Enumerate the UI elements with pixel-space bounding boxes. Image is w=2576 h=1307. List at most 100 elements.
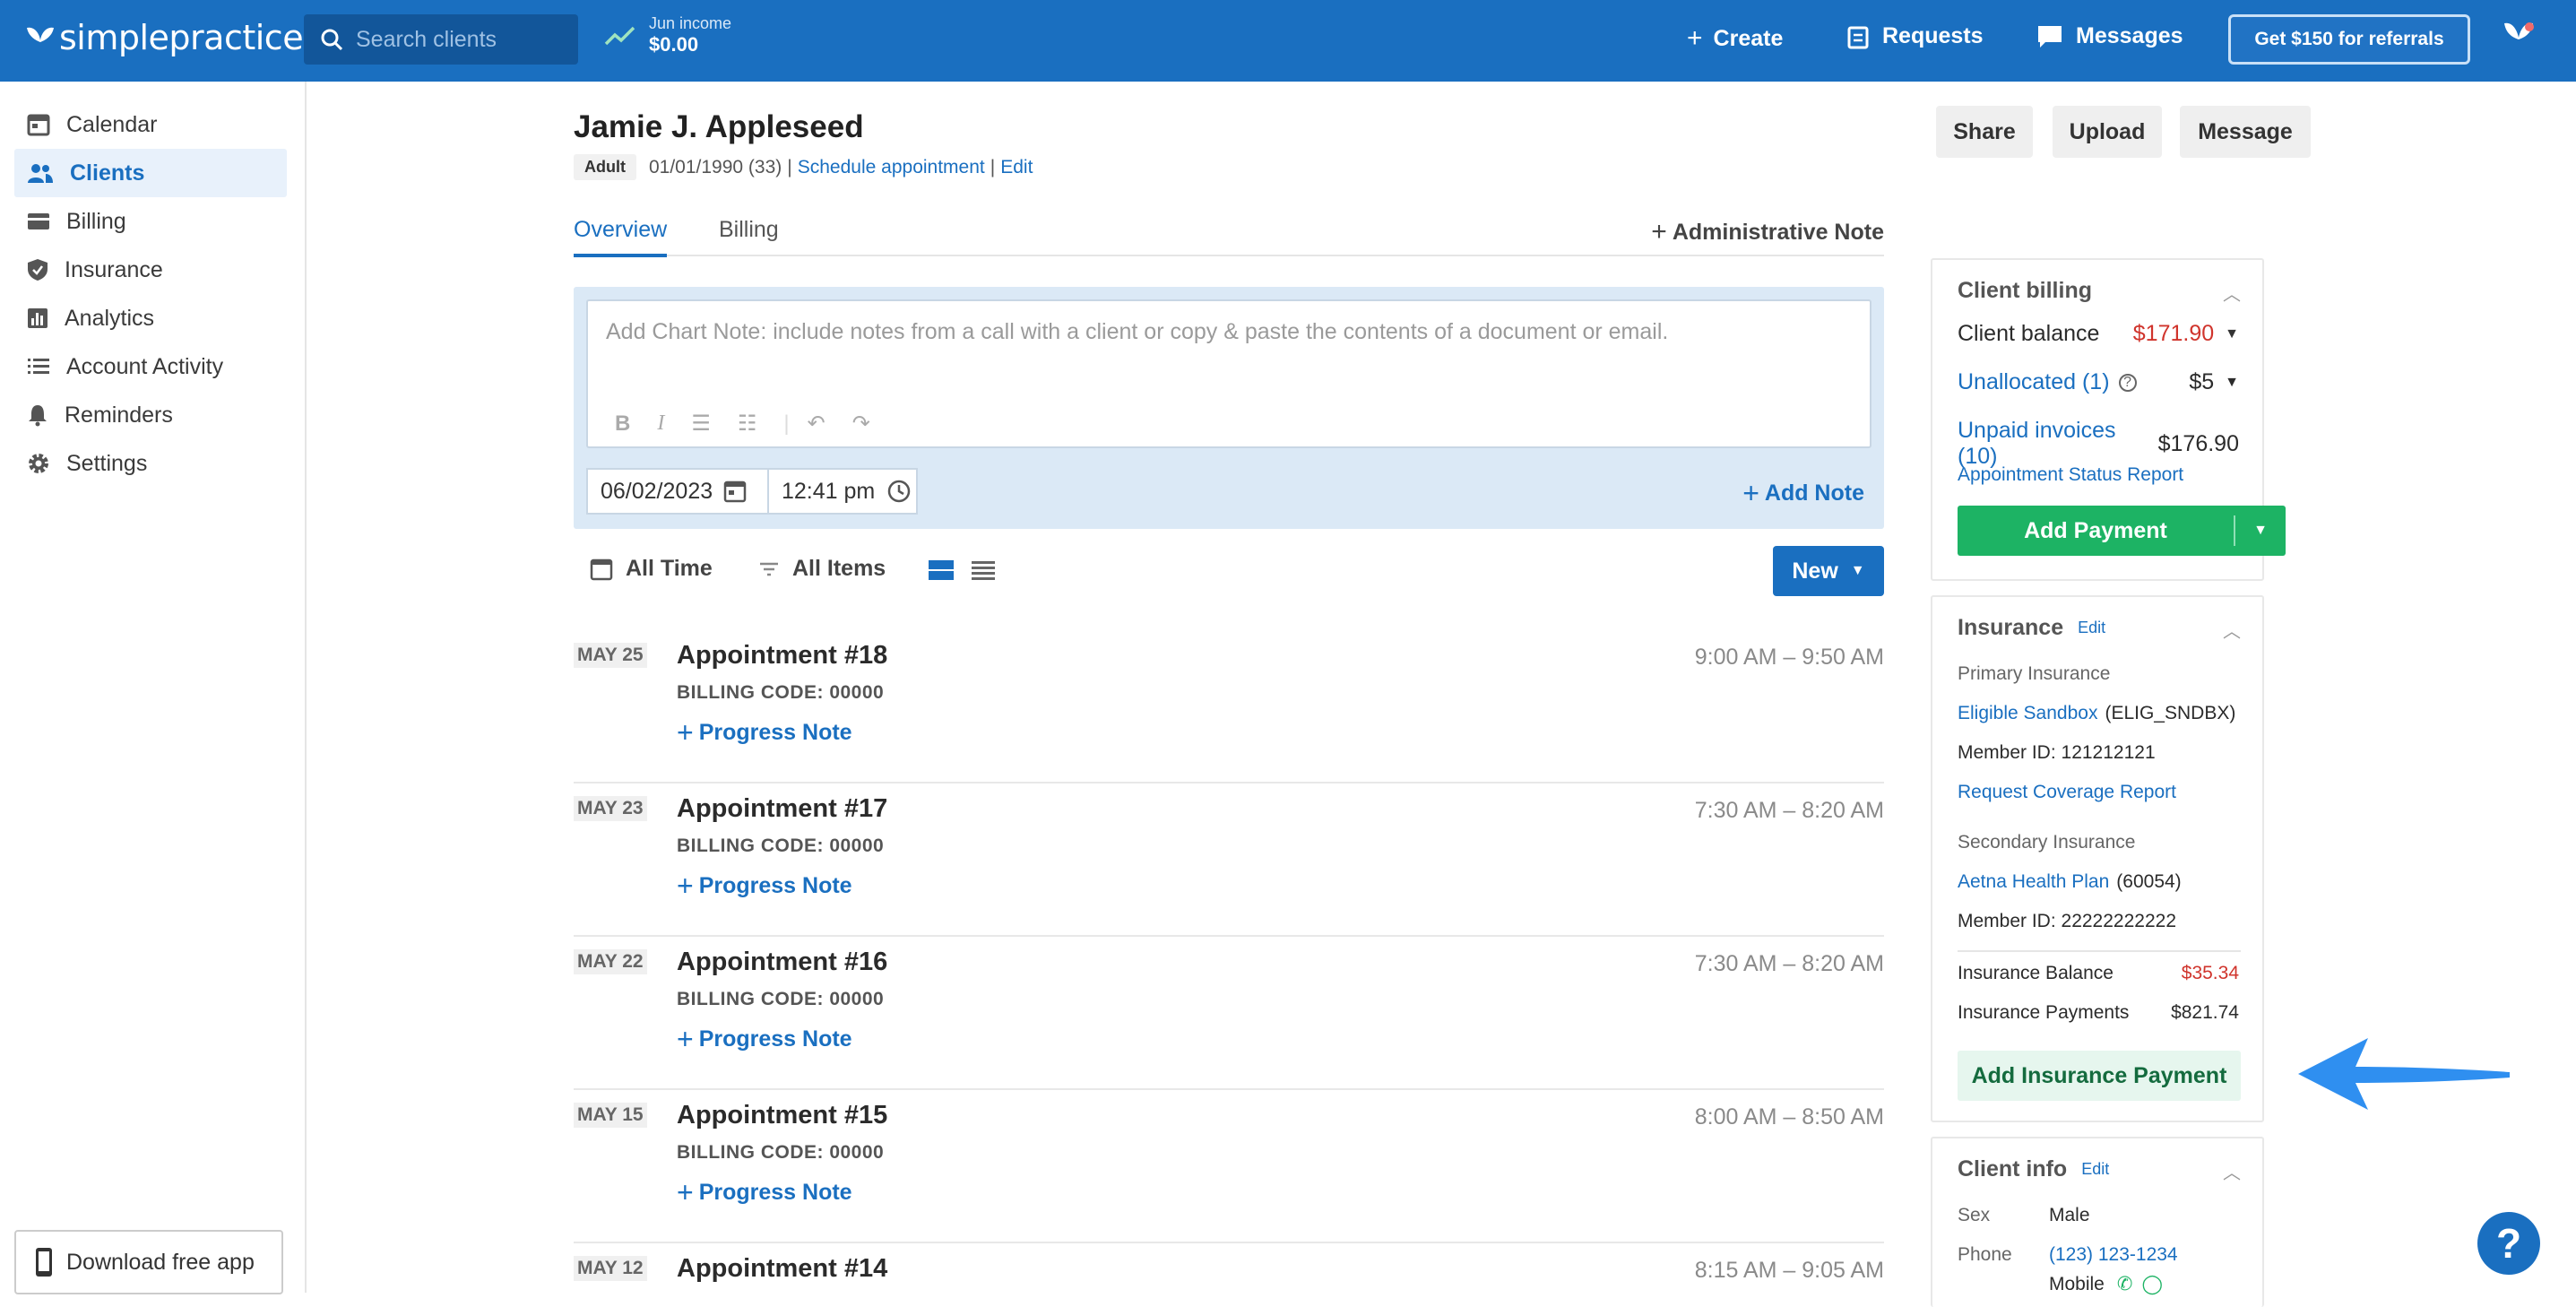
bullet-list-icon[interactable]: ☰: [691, 411, 711, 437]
sidebar-item-settings[interactable]: Settings: [14, 439, 287, 488]
plus-icon: +: [677, 1023, 694, 1055]
client-subline: Adult 01/01/1990 (33) | Schedule appoint…: [574, 154, 1033, 180]
chevron-up-icon[interactable]: ︿: [2223, 617, 2241, 643]
plus-icon: +: [1742, 477, 1759, 509]
card-view-icon[interactable]: [927, 558, 955, 587]
bold-icon[interactable]: B: [615, 411, 630, 437]
share-button[interactable]: Share: [1936, 106, 2033, 158]
search-input[interactable]: [356, 26, 562, 53]
add-progress-note-button[interactable]: + Progress Note: [677, 1023, 852, 1056]
client-info-title: Client info: [1958, 1156, 2068, 1181]
new-item-button[interactable]: New ▼: [1773, 546, 1884, 596]
add-progress-note-button[interactable]: + Progress Note: [677, 1176, 852, 1209]
panel-title: Client billing: [1958, 278, 2092, 303]
list-view-icon[interactable]: [970, 558, 997, 587]
clients-icon: [28, 164, 53, 183]
note-time-field[interactable]: 12:41 pm: [767, 468, 918, 515]
undo-icon[interactable]: ↶: [808, 411, 826, 437]
phone-label: Phone: [1958, 1244, 2012, 1265]
phone-value[interactable]: (123) 123-1234: [2049, 1244, 2178, 1266]
separator: |: [787, 156, 792, 177]
primary-member-id: Member ID: 121212121: [1958, 742, 2156, 763]
plus-icon: +: [1651, 217, 1667, 247]
sidebar-item-account-activity[interactable]: Account Activity: [14, 342, 287, 391]
sidebar-item-insurance[interactable]: Insurance: [14, 246, 287, 294]
sidebar-item-reminders[interactable]: Reminders: [14, 391, 287, 439]
messages-button[interactable]: Messages: [2036, 23, 2183, 49]
items-filter[interactable]: All Items: [758, 556, 886, 582]
download-app-button[interactable]: Download free app: [14, 1230, 283, 1294]
edit-client-link[interactable]: Edit: [1000, 157, 1033, 178]
butterfly-icon[interactable]: [2501, 18, 2537, 58]
unallocated-dropdown[interactable]: $5 ▼: [2189, 369, 2239, 395]
primary-insurance-link[interactable]: Eligible Sandbox: [1958, 703, 2097, 724]
secondary-insurance-link[interactable]: Aetna Health Plan: [1958, 871, 2109, 893]
billing-code: BILLING CODE: 00000: [677, 682, 885, 703]
add-payment-button[interactable]: Add Payment ▼: [1958, 506, 2286, 556]
numbered-list-icon[interactable]: ☷: [738, 411, 757, 437]
unallocated-link[interactable]: Unallocated (1): [1958, 369, 2110, 395]
appointment-row[interactable]: MAY 12 Appointment #14 8:15 AM – 9:05 AM: [574, 1243, 1884, 1293]
clock-icon: [888, 480, 911, 503]
coverage-report-link[interactable]: Request Coverage Report: [1958, 782, 2239, 803]
brand-logo[interactable]: simplepractice: [25, 18, 304, 57]
appointment-title[interactable]: Appointment #14: [677, 1254, 887, 1284]
caret-down-icon[interactable]: ▼: [2235, 523, 2286, 539]
add-progress-note-button[interactable]: + Progress Note: [677, 716, 852, 749]
sidebar-item-calendar[interactable]: Calendar: [14, 100, 287, 149]
client-balance-dropdown[interactable]: $171.90 ▼: [2133, 321, 2239, 347]
help-button[interactable]: ?: [2477, 1212, 2540, 1275]
sidebar-item-billing[interactable]: Billing: [14, 197, 287, 246]
appointment-title[interactable]: Appointment #17: [677, 794, 887, 824]
edit-client-info-link[interactable]: Edit: [2081, 1160, 2109, 1179]
requests-button[interactable]: Requests: [1846, 23, 1984, 49]
create-button[interactable]: + Create: [1687, 23, 1783, 54]
billing-code: BILLING CODE: 00000: [677, 835, 885, 856]
appointment-row[interactable]: MAY 22 Appointment #16 BILLING CODE: 000…: [574, 937, 1884, 1090]
note-date-field[interactable]: 06/02/2023: [586, 468, 769, 515]
status-report-link[interactable]: Appointment Status Report: [1958, 464, 2239, 486]
unallocated-value: $5: [2189, 369, 2215, 394]
tab-billing[interactable]: Billing: [719, 217, 779, 254]
unpaid-invoices-link[interactable]: Unpaid invoices (10): [1958, 418, 2139, 470]
insurance-balance-value: $35.34: [2181, 963, 2239, 983]
time-filter[interactable]: All Time: [590, 556, 713, 582]
message-button[interactable]: Message: [2180, 106, 2311, 158]
add-insurance-payment-button[interactable]: Add Insurance Payment: [1958, 1051, 2241, 1101]
sidebar-item-clients[interactable]: Clients: [14, 149, 287, 197]
text-message-icon[interactable]: ◯: [2141, 1273, 2163, 1295]
italic-icon[interactable]: I: [657, 411, 664, 436]
income-widget[interactable]: Jun income $0.00: [604, 14, 731, 56]
insurance-balance-label: Insurance Balance: [1958, 963, 2114, 983]
appointment-row[interactable]: MAY 23 Appointment #17 BILLING CODE: 000…: [574, 783, 1884, 937]
appointment-row[interactable]: MAY 15 Appointment #15 BILLING CODE: 000…: [574, 1090, 1884, 1243]
referral-button[interactable]: Get $150 for referrals: [2228, 14, 2470, 65]
calendar-icon: [723, 480, 747, 503]
caret-down-icon: ▼: [2225, 325, 2239, 342]
add-note-button[interactable]: + Add Note: [1742, 477, 1864, 510]
divider: [1958, 950, 2241, 952]
client-search[interactable]: [304, 14, 578, 65]
chart-note-editor[interactable]: Add Chart Note: include notes from a cal…: [586, 299, 1871, 448]
edit-insurance-link[interactable]: Edit: [2078, 619, 2105, 637]
chevron-up-icon[interactable]: ︿: [2223, 1158, 2241, 1184]
tab-overview[interactable]: Overview: [574, 217, 668, 257]
appointment-row[interactable]: MAY 25 Appointment #18 BILLING CODE: 000…: [574, 630, 1884, 783]
add-progress-note-button[interactable]: + Progress Note: [677, 870, 852, 903]
bell-icon: [29, 405, 47, 427]
sidebar-item-analytics[interactable]: Analytics: [14, 294, 287, 342]
phone-type: Mobile: [2049, 1273, 2105, 1294]
help-circle-icon[interactable]: ?: [2118, 373, 2137, 392]
upload-button[interactable]: Upload: [2053, 106, 2162, 158]
appointment-title[interactable]: Appointment #18: [677, 641, 887, 671]
chevron-up-icon[interactable]: ︿: [2223, 280, 2241, 306]
appointment-time: 8:15 AM – 9:05 AM: [1694, 1258, 1884, 1283]
add-administrative-note-button[interactable]: + Administrative Note: [1651, 217, 1884, 247]
appointment-title[interactable]: Appointment #15: [677, 1101, 887, 1130]
schedule-appointment-link[interactable]: Schedule appointment: [798, 157, 985, 178]
caret-down-icon: ▼: [2225, 374, 2239, 390]
sidebar-item-label: Billing: [66, 208, 126, 234]
redo-icon[interactable]: ↷: [852, 411, 870, 437]
call-icon[interactable]: ✆: [2117, 1273, 2133, 1295]
appointment-title[interactable]: Appointment #16: [677, 948, 887, 977]
